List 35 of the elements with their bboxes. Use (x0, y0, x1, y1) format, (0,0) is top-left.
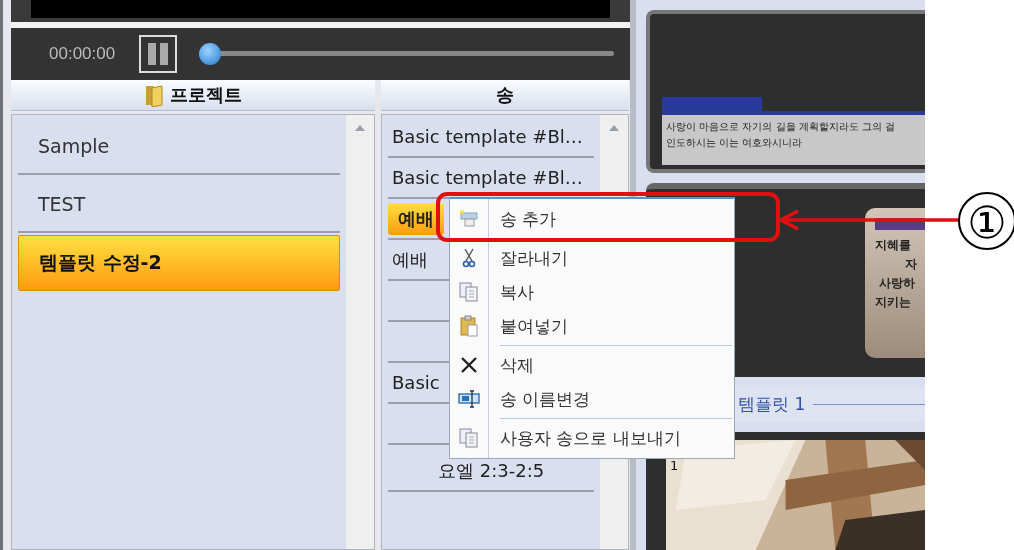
seek-slider[interactable] (201, 43, 614, 65)
delete-icon (460, 356, 478, 374)
column-title: 프로젝트 (170, 83, 242, 107)
lyrics-text: 사랑이 마음으로 자기의 길을 계획할지라도 그의 걸 인도하시는 이는 여호와시니라 (662, 111, 925, 166)
project-item[interactable]: Sample (18, 119, 340, 175)
time-display: 00:00:00 (49, 44, 116, 64)
menu-item[interactable]: 송 이름변경 (450, 382, 734, 416)
song-item[interactable]: Basic template #Bl… (392, 167, 583, 188)
copy-icon (459, 282, 479, 302)
slide-text: 지혜를 (875, 237, 912, 255)
copy-icon (459, 428, 479, 448)
project-item[interactable]: 템플릿 수정-2 (18, 235, 340, 291)
scrollbar[interactable] (346, 115, 374, 549)
slide-text: 자 (904, 256, 918, 274)
project-item[interactable]: TEST (18, 177, 340, 233)
song-item[interactable]: 예배 (388, 202, 444, 235)
rename-icon (458, 390, 480, 408)
seek-thumb[interactable] (199, 43, 222, 65)
add-icon (459, 210, 479, 228)
song-item[interactable]: 요엘 2:3-2:5 (438, 458, 545, 483)
pause-button[interactable] (139, 35, 178, 73)
slide-thumbnail[interactable]: 사랑이 마음으로 자기의 길을 계획할지라도 그의 걸 인도하시는 이는 여호와시니라 (646, 10, 925, 174)
folder-icon (144, 83, 164, 107)
slide-number: 1 (670, 458, 679, 473)
menu-item[interactable]: 사용자 송으로 내보내기 (450, 421, 734, 455)
song-item[interactable]: Basic (392, 372, 440, 393)
callout-number: ① (958, 192, 1014, 250)
template-caption: 템플릿 1 (738, 393, 806, 416)
slide-text: 사랑하 (878, 275, 916, 293)
song-item[interactable]: Basic template #Bl… (392, 126, 583, 147)
paste-icon (460, 315, 478, 337)
column-title: 송 (496, 83, 514, 107)
slide-text: 지키는 (875, 294, 912, 312)
scissors-icon (462, 248, 476, 268)
song-item[interactable]: 예배 (392, 247, 428, 272)
